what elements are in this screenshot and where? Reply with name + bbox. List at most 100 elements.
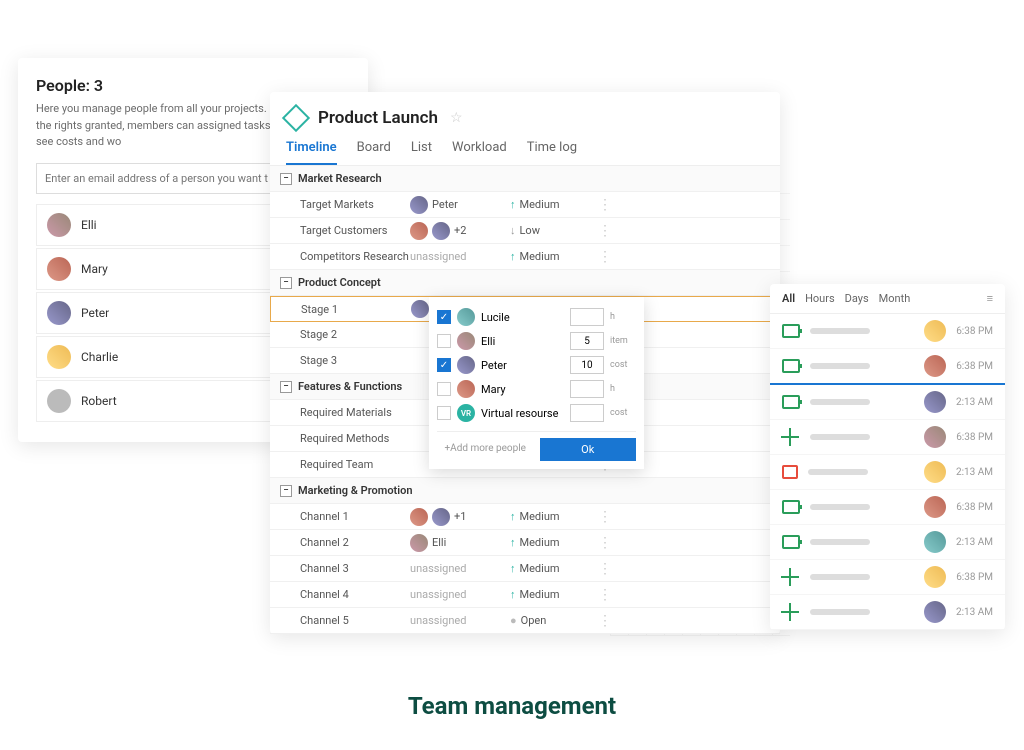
time-tab-days[interactable]: Days (845, 292, 869, 305)
task-name: Marketing & Promotion (298, 484, 438, 497)
tab-board[interactable]: Board (357, 140, 391, 165)
person-name: Peter (81, 306, 109, 320)
task-name: Channel 2 (270, 536, 410, 549)
timelog-row[interactable]: 6:38 PM (770, 420, 1005, 455)
timelog-row[interactable]: 2:13 AM (770, 385, 1005, 420)
timelog-row[interactable]: 2:13 AM (770, 595, 1005, 630)
more-menu-icon[interactable]: ⋮ (590, 561, 620, 577)
add-more-people-button[interactable]: +Add more people (437, 438, 534, 461)
allocation-input[interactable] (570, 332, 604, 350)
popup-person-row[interactable]: VR Virtual resourse cost (437, 401, 636, 425)
more-menu-icon[interactable]: ⋮ (590, 223, 620, 239)
time-bar (810, 609, 870, 615)
timestamp: 6:38 PM (956, 572, 993, 583)
popup-person-row[interactable]: ✓ Lucile h (437, 305, 636, 329)
task-row[interactable]: Channel 3unassigned↑Medium⋮ (270, 556, 780, 582)
collapse-icon[interactable]: − (280, 173, 292, 185)
task-row[interactable]: −Market Research (270, 166, 780, 192)
time-tab-hours[interactable]: Hours (805, 292, 835, 305)
task-row[interactable]: Target MarketsPeter↑Medium⋮ (270, 192, 780, 218)
task-priority[interactable]: ●Open (510, 614, 590, 627)
task-priority[interactable]: ↑Medium (510, 198, 590, 211)
battery-icon (782, 324, 800, 338)
task-row[interactable]: Target Customers+2↓Low⋮ (270, 218, 780, 244)
allocation-input[interactable] (570, 356, 604, 374)
popup-person-name: Lucile (481, 311, 564, 324)
more-menu-icon[interactable]: ⋮ (590, 197, 620, 213)
checkbox[interactable] (437, 382, 451, 396)
timelog-row[interactable]: 6:38 PM (770, 349, 1005, 385)
popup-person-row[interactable]: Elli item (437, 329, 636, 353)
task-row[interactable]: −Marketing & Promotion (270, 478, 780, 504)
avatar (924, 461, 946, 483)
allocation-input[interactable] (570, 380, 604, 398)
battery-icon (782, 395, 800, 409)
task-name: Stage 1 (271, 303, 411, 316)
timelog-row[interactable]: 2:13 AM (770, 455, 1005, 490)
task-assignee[interactable]: Peter (410, 196, 510, 214)
collapse-icon[interactable]: − (280, 277, 292, 289)
popup-person-name: Virtual resourse (481, 407, 564, 420)
task-assignee[interactable]: unassigned (410, 250, 510, 263)
task-priority[interactable]: ↓Low (510, 224, 590, 237)
project-header: Product Launch ☆ (270, 92, 780, 128)
task-assignee[interactable]: unassigned (410, 562, 510, 575)
popup-person-row[interactable]: Mary h (437, 377, 636, 401)
task-row[interactable]: −Product Concept (270, 270, 780, 296)
allocation-input[interactable] (570, 308, 604, 326)
time-tab-month[interactable]: Month (879, 292, 911, 305)
more-menu-icon[interactable]: ⋮ (590, 535, 620, 551)
task-name: Competitors Research (270, 250, 410, 263)
timelog-row[interactable]: 6:38 PM (770, 314, 1005, 349)
filter-icon[interactable]: ≡ (987, 292, 993, 305)
time-bar (810, 434, 870, 440)
collapse-icon[interactable]: − (280, 381, 292, 393)
checkbox[interactable] (437, 406, 451, 420)
task-assignee[interactable]: +2 (410, 222, 510, 240)
task-priority[interactable]: ↑Medium (510, 536, 590, 549)
popup-person-name: Mary (481, 383, 564, 396)
tab-workload[interactable]: Workload (452, 140, 507, 165)
star-icon[interactable]: ☆ (450, 110, 463, 126)
move-icon (782, 570, 800, 584)
task-priority[interactable]: ↑Medium (510, 562, 590, 575)
task-assignee[interactable]: +1 (410, 508, 510, 526)
more-menu-icon[interactable]: ⋮ (590, 613, 620, 629)
more-menu-icon[interactable]: ⋮ (590, 249, 620, 265)
task-row[interactable]: Stage 1↑Medium⋮ ✓ Lucile h Elli item ✓ P… (270, 296, 780, 322)
checkbox[interactable]: ✓ (437, 310, 451, 324)
avatar (47, 213, 71, 237)
task-name: Market Research (298, 172, 438, 185)
avatar (47, 257, 71, 281)
popup-person-row[interactable]: ✓ Peter cost (437, 353, 636, 377)
avatar (924, 496, 946, 518)
task-name: Channel 1 (270, 510, 410, 523)
checkbox[interactable]: ✓ (437, 358, 451, 372)
tab-time-log[interactable]: Time log (527, 140, 577, 165)
time-tab-all[interactable]: All (782, 292, 795, 305)
collapse-icon[interactable]: − (280, 485, 292, 497)
allocation-input[interactable] (570, 404, 604, 422)
task-assignee[interactable]: Elli (410, 534, 510, 552)
task-row[interactable]: Channel 4unassigned↑Medium⋮ (270, 582, 780, 608)
task-priority[interactable]: ↑Medium (510, 588, 590, 601)
task-assignee[interactable]: unassigned (410, 614, 510, 627)
task-row[interactable]: Competitors Researchunassigned↑Medium⋮ (270, 244, 780, 270)
task-assignee[interactable]: unassigned (410, 588, 510, 601)
more-menu-icon[interactable]: ⋮ (590, 587, 620, 603)
task-row[interactable]: Channel 5unassigned●Open⋮ (270, 608, 780, 634)
more-menu-icon[interactable]: ⋮ (590, 509, 620, 525)
tab-timeline[interactable]: Timeline (286, 140, 337, 165)
timelog-row[interactable]: 6:38 PM (770, 490, 1005, 525)
task-priority[interactable]: ↑Medium (510, 250, 590, 263)
ok-button[interactable]: Ok (540, 438, 637, 461)
task-priority[interactable]: ↑Medium (510, 510, 590, 523)
task-row[interactable]: Channel 2Elli↑Medium⋮ (270, 530, 780, 556)
checkbox[interactable] (437, 334, 451, 348)
avatar (457, 380, 475, 398)
task-row[interactable]: Channel 1+1↑Medium⋮ (270, 504, 780, 530)
timelog-row[interactable]: 6:38 PM (770, 560, 1005, 595)
timelog-row[interactable]: 2:13 AM (770, 525, 1005, 560)
task-name: Required Materials (270, 406, 410, 419)
tab-list[interactable]: List (411, 140, 432, 165)
